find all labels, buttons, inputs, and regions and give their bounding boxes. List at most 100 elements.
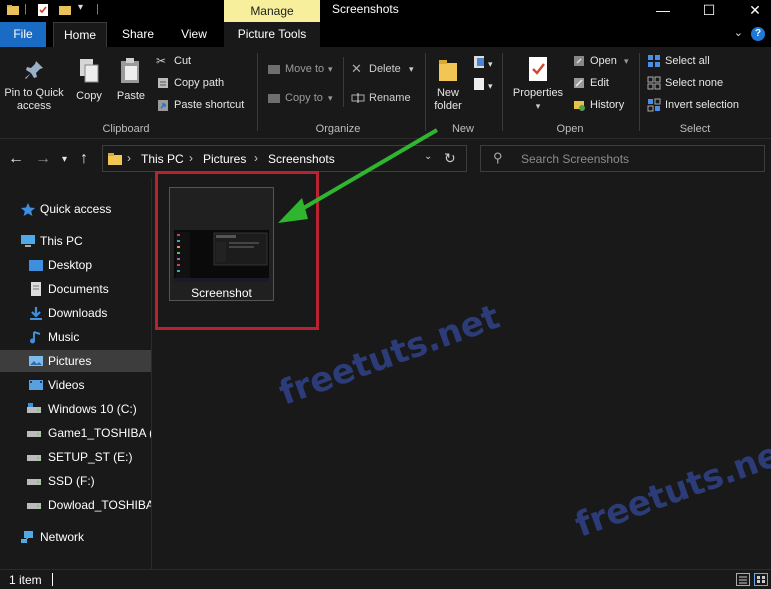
tab-home[interactable]: Home	[53, 22, 107, 47]
nav-item-videos[interactable]: Videos	[0, 374, 151, 396]
tab-view[interactable]: View	[168, 22, 220, 47]
invert-selection-icon	[647, 98, 661, 112]
new-item-icon[interactable]: ▾	[472, 55, 496, 71]
properties-label: Properties	[512, 87, 564, 99]
nav-item-drive-g[interactable]: Dowload_TOSHIBA (G:)	[0, 494, 151, 516]
tab-manage[interactable]: Manage	[224, 0, 320, 22]
forward-icon[interactable]: →	[35, 151, 51, 167]
help-icon[interactable]: ?	[751, 27, 765, 41]
back-icon[interactable]: ←	[8, 151, 24, 167]
nav-item-documents[interactable]: Documents	[0, 278, 151, 300]
copy-label: Copy	[76, 90, 102, 102]
star-icon	[21, 203, 35, 216]
nav-item-drive-e[interactable]: SETUP_ST (E:)	[0, 446, 151, 468]
new-folder-icon	[439, 60, 457, 81]
new-folder-quick-icon[interactable]	[58, 3, 72, 17]
status-bar: 1 item	[0, 569, 771, 589]
nav-item-drive-f[interactable]: SSD (F:)	[0, 470, 151, 492]
cut-button[interactable]: ✂ Cut	[156, 53, 226, 69]
nav-item-drive-d[interactable]: Game1_TOSHIBA (D:)	[0, 422, 151, 444]
invert-selection-button[interactable]: Invert selection	[647, 97, 767, 113]
properties-quick-icon[interactable]	[36, 3, 50, 17]
file-item-screenshot[interactable]: Screenshot	[169, 187, 274, 301]
close-button[interactable]: ✕	[732, 0, 771, 22]
watermark-text: freetuts.net	[570, 428, 771, 546]
tab-file[interactable]: File	[0, 22, 46, 47]
copy-to-button[interactable]: Copy to ▾	[267, 90, 339, 106]
drive-icon	[27, 403, 41, 413]
delete-button[interactable]: ✕ Delete ▾	[351, 61, 421, 77]
breadcrumb-pictures[interactable]: Pictures	[203, 152, 246, 166]
move-to-icon	[268, 65, 280, 74]
search-input[interactable]: ⚲ Search Screenshots	[480, 145, 765, 172]
select-none-button[interactable]: Select none	[647, 75, 757, 91]
search-icon: ⚲	[493, 150, 503, 165]
open-button[interactable]: Open ▾	[572, 53, 636, 69]
nav-item-label: Windows 10 (C:)	[48, 402, 137, 416]
open-group-label: Open	[556, 123, 584, 135]
file-name: Screenshot	[191, 286, 252, 300]
nav-item-desktop[interactable]: Desktop	[0, 254, 151, 276]
move-to-button[interactable]: Move to ▾	[267, 61, 339, 77]
customize-quick-access-icon[interactable]: ▾	[78, 2, 83, 13]
paste-icon	[121, 58, 139, 83]
paste-shortcut-label: Paste shortcut	[174, 99, 245, 111]
rename-button[interactable]: Rename	[351, 90, 421, 106]
new-folder-button[interactable]: New folder	[428, 55, 468, 113]
maximize-button[interactable]: ☐	[686, 0, 732, 22]
breadcrumb-this-pc[interactable]: This PC	[141, 152, 184, 166]
item-count: 1 item	[9, 573, 42, 587]
new-folder-label: New folder	[434, 87, 462, 112]
history-button[interactable]: History	[572, 97, 636, 113]
nav-item-label: SSD (F:)	[48, 474, 95, 488]
nav-item-music[interactable]: Music	[0, 326, 151, 348]
drive-icon	[27, 503, 41, 509]
edit-button[interactable]: Edit	[572, 75, 636, 91]
easy-access-icon[interactable]: ▾	[472, 77, 496, 93]
pin-icon	[25, 61, 43, 79]
properties-button[interactable]: Properties ▾	[509, 55, 567, 113]
large-icons-view-icon[interactable]	[754, 573, 768, 586]
ribbon-separator	[639, 53, 640, 131]
scissors-icon: ✂	[156, 54, 167, 68]
tab-picture-tools[interactable]: Picture Tools	[224, 22, 320, 47]
nav-item-pictures[interactable]: Pictures	[0, 350, 151, 372]
copy-button[interactable]: Copy	[72, 57, 106, 103]
nav-item-label: Music	[48, 330, 80, 344]
select-all-button[interactable]: Select all	[647, 53, 757, 69]
nav-item-network[interactable]: Network	[0, 526, 151, 548]
cut-label: Cut	[174, 55, 192, 67]
nav-item-quick-access[interactable]: Quick access	[0, 198, 151, 220]
file-list[interactable]: Screenshot freetuts.net freetuts.net	[152, 128, 771, 569]
nav-item-this-pc[interactable]: This PC	[0, 230, 151, 252]
details-view-icon[interactable]	[736, 573, 750, 586]
arrow-annotation	[278, 128, 439, 223]
copy-path-label: Copy path	[174, 77, 225, 89]
navigation-pane: Quick access This PC Desktop Documents D…	[0, 178, 151, 569]
folder-icon[interactable]	[6, 3, 20, 17]
up-icon[interactable]: ↑	[80, 151, 88, 167]
pin-to-quick-access-button[interactable]: Pin to Quick access	[2, 59, 66, 113]
minimize-button[interactable]: —	[640, 0, 686, 22]
nav-item-downloads[interactable]: Downloads	[0, 302, 151, 324]
move-to-label: Move to	[285, 63, 325, 75]
recent-locations-icon[interactable]: ▾	[62, 152, 67, 168]
pin-label: Pin to Quick access	[4, 87, 64, 112]
nav-item-drive-c[interactable]: Windows 10 (C:)	[0, 398, 151, 420]
tab-share[interactable]: Share	[112, 22, 164, 47]
nav-item-label: Dowload_TOSHIBA (G:)	[48, 498, 151, 512]
drive-icon	[27, 455, 41, 461]
collapse-ribbon-icon[interactable]: ⌄	[734, 26, 743, 39]
select-all-label: Select all	[665, 55, 710, 67]
network-icon	[21, 531, 33, 543]
pictures-icon	[29, 356, 43, 366]
copy-to-icon	[268, 94, 280, 103]
select-none-label: Select none	[665, 77, 724, 89]
drive-icon	[27, 431, 41, 437]
open-label: Open	[590, 55, 617, 67]
ribbon-separator	[257, 53, 258, 131]
computer-icon	[21, 235, 35, 247]
copy-path-button[interactable]: Copy path	[156, 75, 246, 91]
paste-button[interactable]: Paste	[114, 57, 148, 103]
paste-shortcut-button[interactable]: Paste shortcut	[156, 97, 251, 113]
